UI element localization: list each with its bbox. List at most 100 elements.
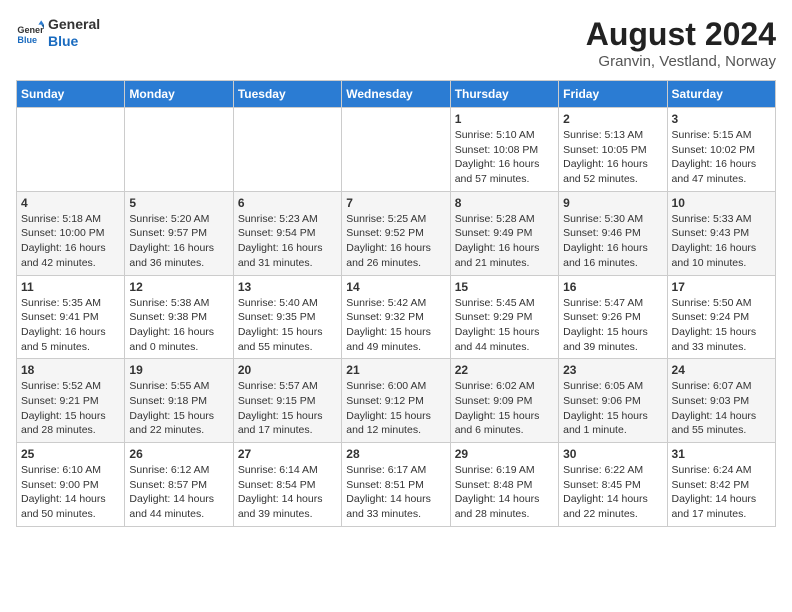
- calendar-week-2: 4Sunrise: 5:18 AMSunset: 10:00 PMDayligh…: [17, 191, 776, 275]
- logo: General Blue General Blue: [16, 16, 100, 50]
- cell-content: Sunrise: 6:19 AMSunset: 8:48 PMDaylight:…: [455, 463, 554, 522]
- cell-content: Sunrise: 5:42 AMSunset: 9:32 PMDaylight:…: [346, 296, 445, 355]
- day-number: 16: [563, 280, 662, 294]
- cell-line: Sunrise: 5:35 AM: [21, 297, 101, 309]
- cell-line: Daylight: 14 hours and 17 minutes.: [672, 493, 757, 520]
- cell-line: Daylight: 16 hours and 10 minutes.: [672, 242, 757, 269]
- day-number: 21: [346, 363, 445, 377]
- cell-line: Sunrise: 5:15 AM: [672, 129, 752, 141]
- day-number: 9: [563, 196, 662, 210]
- cell-line: Sunset: 9:46 PM: [563, 227, 641, 239]
- calendar-cell: 2Sunrise: 5:13 AMSunset: 10:05 PMDayligh…: [559, 108, 667, 192]
- cell-line: Sunset: 10:05 PM: [563, 144, 646, 156]
- cell-line: Daylight: 15 hours and 55 minutes.: [238, 326, 323, 353]
- cell-line: Daylight: 15 hours and 49 minutes.: [346, 326, 431, 353]
- cell-content: Sunrise: 5:47 AMSunset: 9:26 PMDaylight:…: [563, 296, 662, 355]
- day-number: 23: [563, 363, 662, 377]
- day-number: 22: [455, 363, 554, 377]
- calendar-cell: 24Sunrise: 6:07 AMSunset: 9:03 PMDayligh…: [667, 359, 775, 443]
- cell-line: Sunset: 9:26 PM: [563, 311, 641, 323]
- cell-line: Sunset: 9:35 PM: [238, 311, 316, 323]
- col-wednesday: Wednesday: [342, 81, 450, 108]
- cell-line: Sunset: 9:49 PM: [455, 227, 533, 239]
- day-number: 28: [346, 447, 445, 461]
- header-row: Sunday Monday Tuesday Wednesday Thursday…: [17, 81, 776, 108]
- cell-line: Sunset: 9:09 PM: [455, 395, 533, 407]
- calendar-cell: 14 Sunrise: 5:42 AMSunset: 9:32 PMDayligh…: [342, 275, 450, 359]
- cell-content: Sunrise: 5:52 AMSunset: 9:21 PMDaylight:…: [21, 379, 120, 438]
- cell-line: Sunrise: 5:38 AM: [129, 297, 209, 309]
- cell-line: Sunset: 8:45 PM: [563, 479, 641, 491]
- day-number: 3: [672, 112, 771, 126]
- cell-line: Daylight: 15 hours and 39 minutes.: [563, 326, 648, 353]
- cell-line: Sunset: 9:41 PM: [21, 311, 99, 323]
- cell-line: Sunrise: 6:19 AM: [455, 464, 535, 476]
- day-number: 13: [238, 280, 337, 294]
- cell-line: Daylight: 16 hours and 16 minutes.: [563, 242, 648, 269]
- cell-line: Sunrise: 5:52 AM: [21, 380, 101, 392]
- cell-line: Sunset: 9:00 PM: [21, 479, 99, 491]
- day-number: 10: [672, 196, 771, 210]
- day-number: 30: [563, 447, 662, 461]
- cell-line: Sunset: 9:29 PM: [455, 311, 533, 323]
- cell-line: Sunrise: 5:33 AM: [672, 213, 752, 225]
- cell-line: Sunrise: 5:13 AM: [563, 129, 643, 141]
- cell-line: Daylight: 15 hours and 6 minutes.: [455, 410, 540, 437]
- cell-line: Sunset: 9:18 PM: [129, 395, 207, 407]
- cell-line: Sunrise: 5:28 AM: [455, 213, 535, 225]
- cell-line: Daylight: 15 hours and 1 minute.: [563, 410, 648, 437]
- cell-line: Daylight: 16 hours and 21 minutes.: [455, 242, 540, 269]
- calendar-cell: 15 Sunrise: 5:45 AMSunset: 9:29 PMDayligh…: [450, 275, 558, 359]
- cell-line: Sunset: 9:06 PM: [563, 395, 641, 407]
- cell-content: Sunrise: 5:45 AMSunset: 9:29 PMDaylight:…: [455, 296, 554, 355]
- cell-line: Daylight: 14 hours and 28 minutes.: [455, 493, 540, 520]
- page-subtitle: Granvin, Vestland, Norway: [586, 53, 776, 70]
- calendar-cell: 9Sunrise: 5:30 AMSunset: 9:46 PMDaylight…: [559, 191, 667, 275]
- cell-content: Sunrise: 6:22 AMSunset: 8:45 PMDaylight:…: [563, 463, 662, 522]
- cell-content: Sunrise: 5:50 AMSunset: 9:24 PMDaylight:…: [672, 296, 771, 355]
- cell-line: Sunset: 9:38 PM: [129, 311, 207, 323]
- calendar-cell: 18Sunrise: 5:52 AMSunset: 9:21 PMDayligh…: [17, 359, 125, 443]
- cell-line: Sunrise: 6:02 AM: [455, 380, 535, 392]
- cell-line: Sunset: 10:02 PM: [672, 144, 755, 156]
- cell-line: Sunrise: 5:20 AM: [129, 213, 209, 225]
- cell-content: Sunrise: 5:25 AMSunset: 9:52 PMDaylight:…: [346, 212, 445, 271]
- cell-line: Sunrise: 5:10 AM: [455, 129, 535, 141]
- day-number: 15: [455, 280, 554, 294]
- cell-line: Sunrise: 6:10 AM: [21, 464, 101, 476]
- cell-line: Daylight: 16 hours and 5 minutes.: [21, 326, 106, 353]
- day-number: 26: [129, 447, 228, 461]
- day-number: 14: [346, 280, 445, 294]
- cell-content: Sunrise: 5:33 AMSunset: 9:43 PMDaylight:…: [672, 212, 771, 271]
- calendar-week-1: 1Sunrise: 5:10 AMSunset: 10:08 PMDayligh…: [17, 108, 776, 192]
- cell-line: Sunrise: 5:40 AM: [238, 297, 318, 309]
- cell-line: Sunrise: 6:17 AM: [346, 464, 426, 476]
- cell-line: Sunrise: 5:55 AM: [129, 380, 209, 392]
- calendar-header: Sunday Monday Tuesday Wednesday Thursday…: [17, 81, 776, 108]
- cell-line: Daylight: 15 hours and 33 minutes.: [672, 326, 757, 353]
- cell-content: Sunrise: 5:55 AMSunset: 9:18 PMDaylight:…: [129, 379, 228, 438]
- calendar-cell: [342, 108, 450, 192]
- day-number: 2: [563, 112, 662, 126]
- cell-line: Daylight: 15 hours and 28 minutes.: [21, 410, 106, 437]
- calendar-cell: 4Sunrise: 5:18 AMSunset: 10:00 PMDayligh…: [17, 191, 125, 275]
- cell-line: Sunrise: 6:05 AM: [563, 380, 643, 392]
- cell-content: Sunrise: 5:10 AMSunset: 10:08 PMDaylight…: [455, 128, 554, 187]
- day-number: 7: [346, 196, 445, 210]
- cell-line: Sunset: 9:15 PM: [238, 395, 316, 407]
- cell-line: Sunrise: 5:50 AM: [672, 297, 752, 309]
- cell-line: Sunset: 10:08 PM: [455, 144, 538, 156]
- cell-line: Daylight: 15 hours and 12 minutes.: [346, 410, 431, 437]
- day-number: 20: [238, 363, 337, 377]
- cell-line: Daylight: 14 hours and 33 minutes.: [346, 493, 431, 520]
- calendar-cell: 17Sunrise: 5:50 AMSunset: 9:24 PMDayligh…: [667, 275, 775, 359]
- cell-content: Sunrise: 5:23 AMSunset: 9:54 PMDaylight:…: [238, 212, 337, 271]
- cell-line: Daylight: 16 hours and 36 minutes.: [129, 242, 214, 269]
- col-friday: Friday: [559, 81, 667, 108]
- cell-line: Daylight: 15 hours and 17 minutes.: [238, 410, 323, 437]
- cell-line: Sunset: 9:32 PM: [346, 311, 424, 323]
- calendar-cell: [125, 108, 233, 192]
- cell-line: Daylight: 14 hours and 44 minutes.: [129, 493, 214, 520]
- cell-line: Daylight: 14 hours and 39 minutes.: [238, 493, 323, 520]
- day-number: 29: [455, 447, 554, 461]
